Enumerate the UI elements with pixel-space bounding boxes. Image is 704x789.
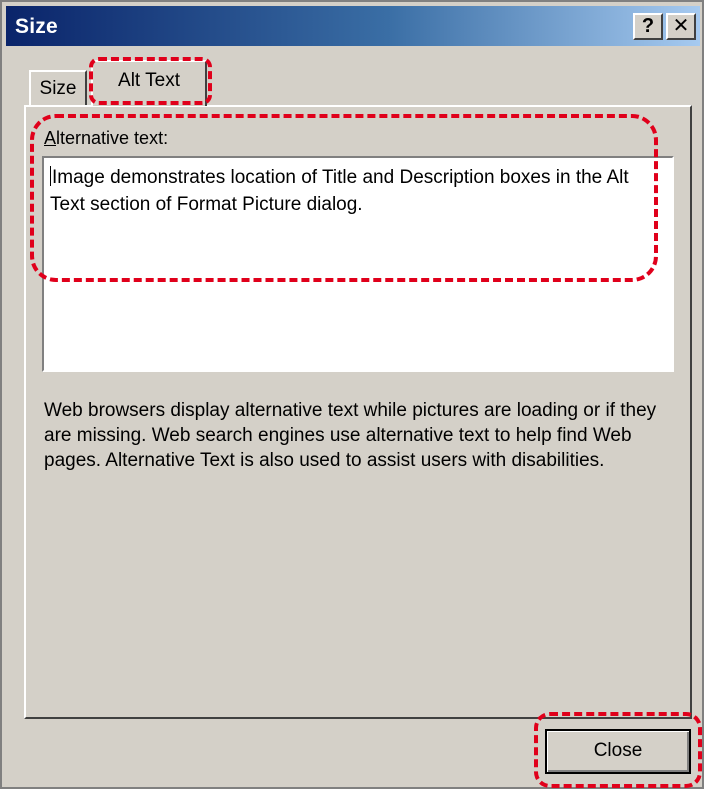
help-button[interactable]: ? <box>633 13 663 40</box>
dialog-title: Size <box>15 15 58 38</box>
text-caret <box>50 166 51 186</box>
tab-size[interactable]: Size <box>29 70 87 106</box>
alternative-text-value: Image demonstrates location of Title and… <box>50 167 629 215</box>
tab-size-label: Size <box>39 78 77 99</box>
tab-alt-text[interactable]: Alt Text <box>91 60 207 106</box>
title-bar: Size ? ✕ <box>6 6 700 46</box>
alternative-text-label-rest: lternative text: <box>56 128 169 148</box>
alternative-text-input[interactable]: Image demonstrates location of Title and… <box>42 156 674 372</box>
size-dialog: Size ? ✕ Size Alt Text Alternative text:… <box>0 0 704 789</box>
tab-alt-text-label: Alt Text <box>118 70 180 91</box>
close-window-button[interactable]: ✕ <box>666 13 696 40</box>
close-button[interactable]: Close <box>545 729 691 774</box>
alternative-text-mnemonic: A <box>44 128 57 148</box>
alt-text-help-text: Web browsers display alternative text wh… <box>44 400 657 471</box>
alternative-text-label: Alternative text: <box>44 128 168 149</box>
